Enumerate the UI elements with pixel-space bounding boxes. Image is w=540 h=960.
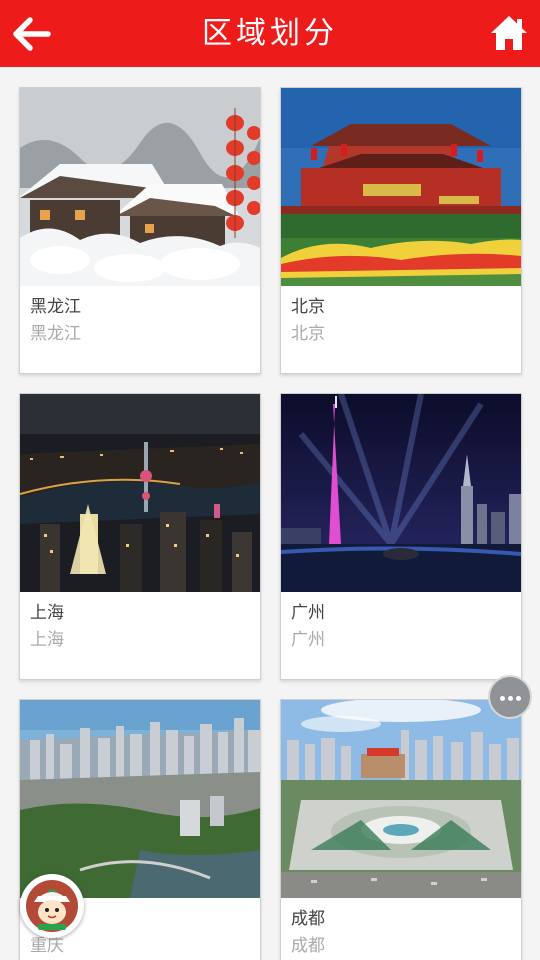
page-title: 区域划分 [202,16,338,51]
tiananmen-photo [281,88,521,286]
region-name: 成都 [291,909,325,929]
region-name: 广州 [291,603,325,623]
shanghai-night-photo [20,394,260,592]
region-subtitle: 上海 [30,630,64,650]
region-subtitle: 广州 [291,630,325,650]
region-name: 上海 [30,603,64,623]
region-card-heilongjiang[interactable]: 黑龙江 黑龙江 [19,87,261,374]
assistant-avatar-icon[interactable] [20,874,84,938]
chongqing-skyline-photo [20,700,260,898]
region-card-chengdu[interactable]: 成都 成都 [280,699,522,960]
snow-village-photo [20,88,260,286]
home-button[interactable] [488,12,530,54]
canton-tower-photo [281,394,521,592]
title-bar: 区域划分 [0,0,540,67]
region-subtitle: 北京 [291,324,325,344]
region-name: 黑龙江 [30,297,81,317]
region-subtitle: 成都 [291,936,325,956]
region-grid: 黑龙江 黑龙江 北京 北京 上海 上海 广州 广州 重庆 成都 成都 [0,67,540,960]
region-subtitle: 黑龙江 [30,324,81,344]
more-dots-icon[interactable] [488,675,532,719]
region-card-shanghai[interactable]: 上海 上海 [19,393,261,680]
home-icon [491,16,527,50]
region-name: 北京 [291,297,325,317]
chengdu-square-photo [281,700,521,898]
region-card-guangzhou[interactable]: 广州 广州 [280,393,522,680]
region-card-beijing[interactable]: 北京 北京 [280,87,522,374]
